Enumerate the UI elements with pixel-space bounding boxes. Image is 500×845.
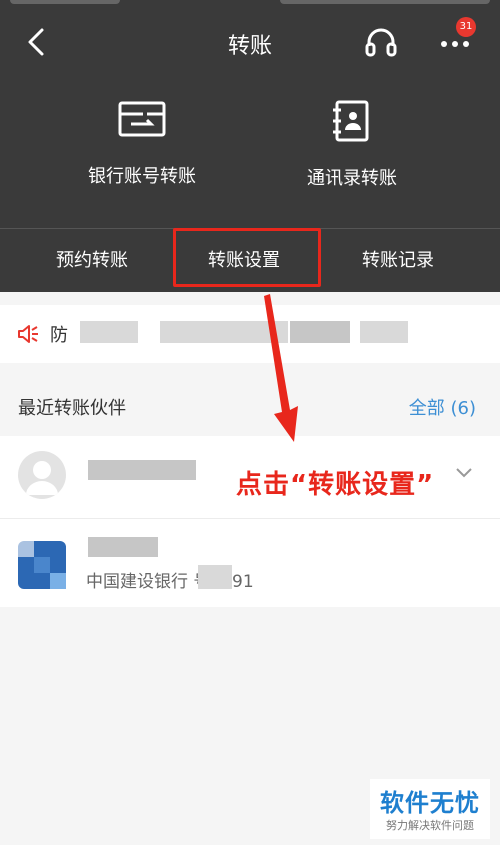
contacts-book-icon xyxy=(333,100,369,142)
notification-badge: 31 xyxy=(456,17,476,37)
blurred-text xyxy=(80,321,138,343)
contacts-transfer-button[interactable]: 通讯录转账 xyxy=(257,100,447,210)
blurred-text xyxy=(360,321,408,343)
highlight-box-annotation xyxy=(173,228,321,287)
blurred-name xyxy=(88,460,196,480)
speaker-icon xyxy=(18,325,38,343)
bank-account-transfer-button[interactable]: 银行账号转账 xyxy=(47,100,237,210)
page-title: 转账 xyxy=(227,34,272,59)
bank-account-transfer-label: 银行账号转账 xyxy=(88,166,196,187)
tab-transfer-records[interactable]: 转账记录 xyxy=(362,246,434,272)
annotation-arrow-icon xyxy=(264,294,298,442)
blurred-text xyxy=(198,565,232,589)
bank-logo-icon xyxy=(18,541,66,589)
recent-partners-title: 最近转账伙伴 xyxy=(18,398,126,419)
default-avatar-icon xyxy=(18,451,66,499)
bank-card-icon xyxy=(118,101,166,137)
watermark-title: 软件无忧 xyxy=(380,789,480,817)
view-all-link[interactable]: 全部 (6) xyxy=(409,394,476,420)
annotation-text: 点击“转账设置” xyxy=(236,470,435,500)
headset-icon[interactable] xyxy=(364,26,398,60)
status-bar-blurred xyxy=(280,0,490,4)
status-bar-blurred xyxy=(10,0,120,4)
status-bar xyxy=(0,0,500,8)
chevron-down-icon[interactable] xyxy=(454,466,474,480)
blurred-name xyxy=(88,537,158,557)
tab-scheduled-transfer[interactable]: 预约转账 xyxy=(56,246,128,272)
watermark-subtitle: 努力解决软件问题 xyxy=(386,819,474,832)
recent-partner-row[interactable]: 中国建设银行 号2091 xyxy=(0,519,500,607)
watermark-logo: 软件无忧 努力解决软件问题 xyxy=(370,779,490,839)
contacts-transfer-label: 通讯录转账 xyxy=(307,168,397,189)
notice-text: 防 xyxy=(50,325,68,346)
